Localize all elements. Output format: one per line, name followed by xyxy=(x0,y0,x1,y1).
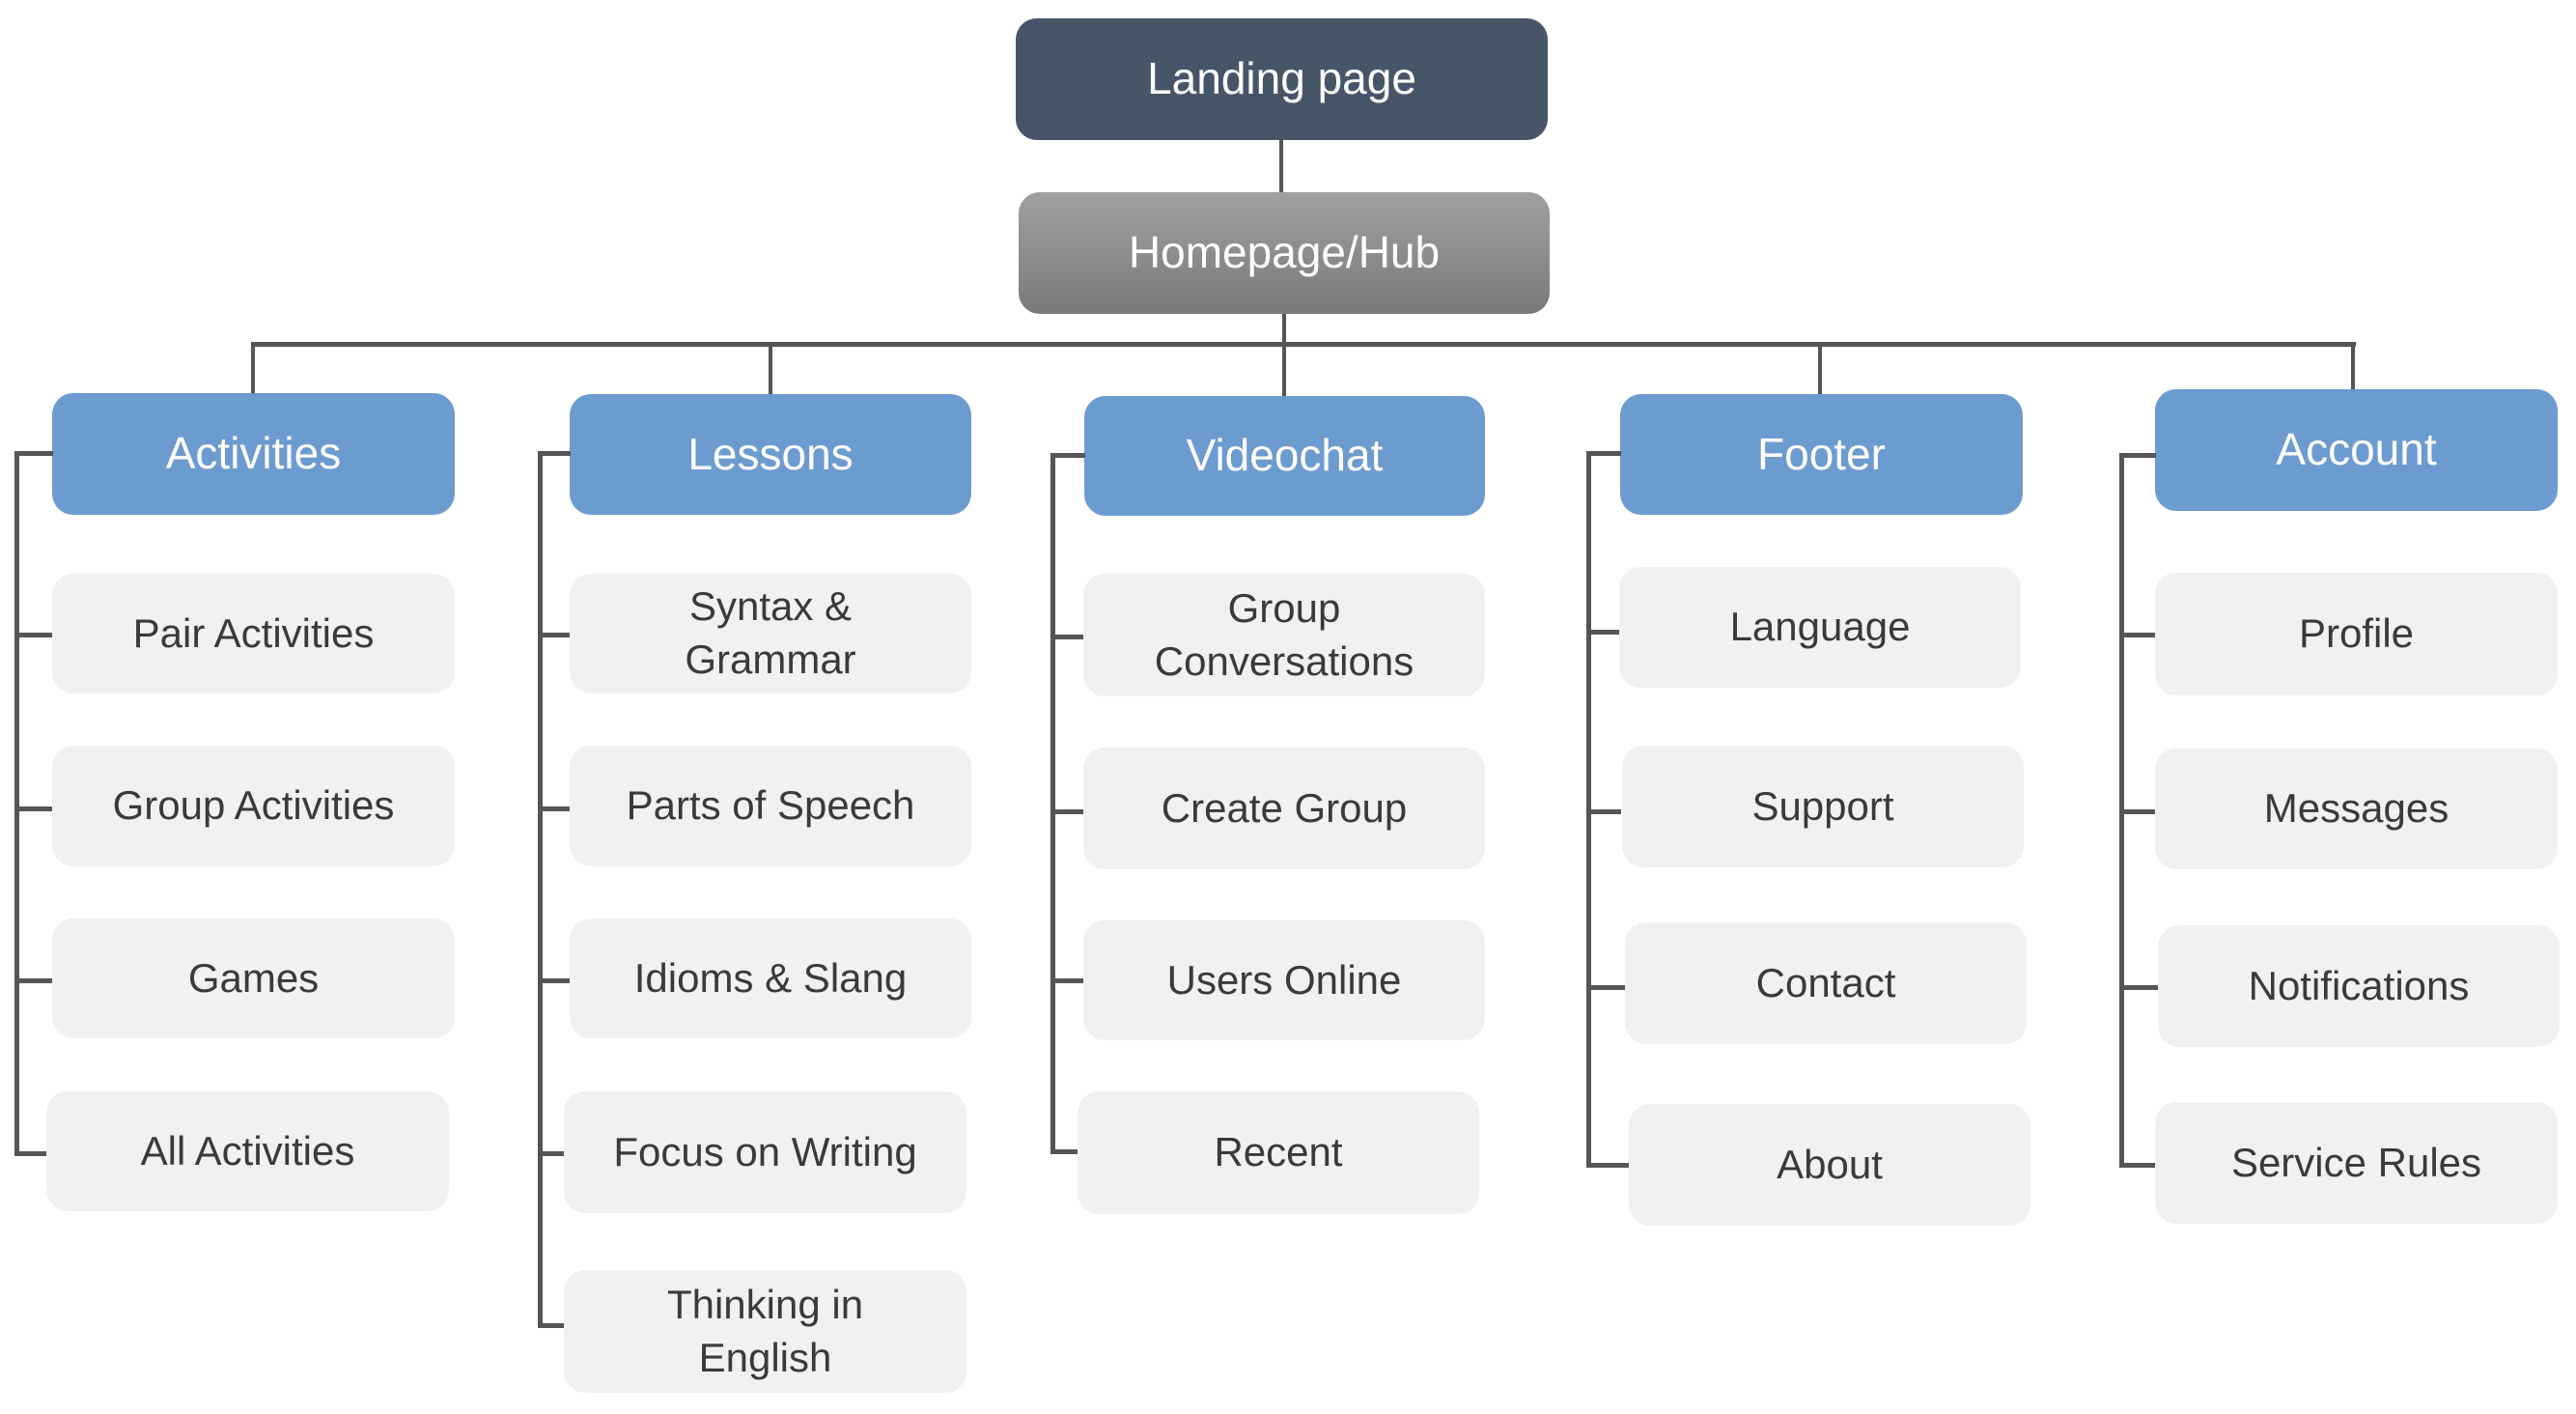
connector-stub xyxy=(1050,453,1085,458)
connector-stub xyxy=(1586,630,1621,635)
node-contact: Contact xyxy=(1625,922,2027,1044)
connector-bus-videochat xyxy=(1282,344,1286,396)
node-label: Pair Activities xyxy=(132,609,375,656)
connector-stub xyxy=(538,1151,565,1156)
connector-stub xyxy=(538,806,571,811)
node-label: Contact xyxy=(1755,959,1896,1005)
section-header-footer: Footer xyxy=(1620,394,2023,515)
section-header-account: Account xyxy=(2155,389,2558,511)
node-syntax-grammar: Syntax & Grammar xyxy=(570,574,971,693)
section-label: Activities xyxy=(165,428,342,479)
connector-stub xyxy=(2119,1163,2156,1168)
connector-stub xyxy=(1050,1149,1079,1154)
node-label: Recent xyxy=(1214,1129,1343,1175)
node-language: Language xyxy=(1619,567,2021,688)
node-label: Profile xyxy=(2298,610,2415,657)
node-parts-of-speech: Parts of Speech xyxy=(570,746,971,866)
section-header-videochat: Videochat xyxy=(1084,396,1485,516)
connector-stub xyxy=(2119,633,2156,637)
node-label: Messages xyxy=(2263,785,2450,832)
connector-stub xyxy=(14,633,53,637)
node-create-group: Create Group xyxy=(1083,748,1485,869)
node-label: Create Group xyxy=(1161,784,1408,831)
connector-bus-lessons xyxy=(769,344,772,394)
node-notifications: Notifications xyxy=(2158,925,2560,1047)
section-header-activities: Activities xyxy=(52,393,455,515)
node-label: Group Conversations xyxy=(1154,584,1414,684)
connector-stub xyxy=(2119,985,2158,990)
node-label: All Activities xyxy=(140,1127,355,1174)
connector-stub xyxy=(1586,1163,1630,1168)
node-games: Games xyxy=(52,919,455,1038)
connector-stub xyxy=(14,1151,47,1156)
node-label: Support xyxy=(1751,782,1894,829)
node-label: Idioms & Slang xyxy=(633,954,908,1001)
node-label: Service Rules xyxy=(2230,1139,2482,1185)
landing-page-node: Landing page xyxy=(1016,18,1548,140)
node-about: About xyxy=(1629,1104,2030,1226)
connector-stub xyxy=(538,1323,565,1328)
node-thinking-in-english: Thinking in English xyxy=(564,1270,966,1393)
node-label: Users Online xyxy=(1166,956,1402,1003)
node-all-activities: All Activities xyxy=(46,1091,449,1211)
connector-stub xyxy=(14,451,53,456)
node-support: Support xyxy=(1622,746,2024,867)
connector-stub xyxy=(14,978,53,983)
node-label: Parts of Speech xyxy=(626,782,915,829)
node-users-online: Users Online xyxy=(1083,920,1485,1040)
connector-stub xyxy=(1586,985,1625,990)
connector-stub xyxy=(1050,635,1085,639)
node-recent: Recent xyxy=(1078,1091,1479,1214)
section-header-lessons: Lessons xyxy=(570,394,971,515)
connector-bus-footer xyxy=(1818,344,1822,394)
section-label: Lessons xyxy=(687,428,854,479)
connector-stub xyxy=(1050,978,1085,983)
section-label: Account xyxy=(2276,424,2437,475)
node-label: Syntax & Grammar xyxy=(685,583,856,682)
node-label: Focus on Writing xyxy=(613,1128,917,1174)
node-messages: Messages xyxy=(2155,749,2558,869)
node-group-activities: Group Activities xyxy=(52,746,455,866)
connector-spine-lessons xyxy=(538,451,543,1327)
node-profile: Profile xyxy=(2155,573,2558,695)
connector-root-hub xyxy=(1279,140,1283,192)
connector-stub xyxy=(538,978,571,983)
connector-stub xyxy=(1586,809,1621,814)
connector-stub xyxy=(1050,809,1085,814)
node-idioms-slang: Idioms & Slang xyxy=(570,919,971,1038)
node-label: Thinking in English xyxy=(666,1281,864,1380)
node-label: About xyxy=(1777,1141,1883,1187)
landing-page-label: Landing page xyxy=(1147,53,1416,104)
node-label: Games xyxy=(187,954,320,1001)
connector-stub xyxy=(1586,451,1621,456)
connector-stub xyxy=(2119,453,2156,458)
connector-spine-videochat xyxy=(1050,453,1055,1154)
connector-horizontal-bus xyxy=(251,342,2356,347)
node-pair-activities: Pair Activities xyxy=(52,574,455,693)
node-label: Notifications xyxy=(2248,962,2470,1008)
node-label: Group Activities xyxy=(112,782,395,829)
section-label: Footer xyxy=(1757,428,1886,479)
node-group-conversations: Group Conversations xyxy=(1083,574,1485,696)
connector-stub xyxy=(538,633,571,637)
node-service-rules: Service Rules xyxy=(2155,1102,2558,1224)
connector-bus-activities xyxy=(251,344,255,393)
connector-bus-account xyxy=(2351,342,2355,390)
connector-stub xyxy=(2119,809,2156,814)
connector-spine-activities xyxy=(14,451,19,1155)
homepage-hub-node: Homepage/Hub xyxy=(1019,192,1550,314)
section-label: Videochat xyxy=(1186,430,1384,481)
connector-stub xyxy=(14,806,53,811)
node-focus-on-writing: Focus on Writing xyxy=(564,1091,966,1213)
connector-stub xyxy=(538,451,571,456)
homepage-hub-label: Homepage/Hub xyxy=(1128,227,1441,278)
node-label: Language xyxy=(1729,604,1911,650)
sitemap-diagram: Landing page Homepage/Hub Activities Pai… xyxy=(0,0,2576,1414)
